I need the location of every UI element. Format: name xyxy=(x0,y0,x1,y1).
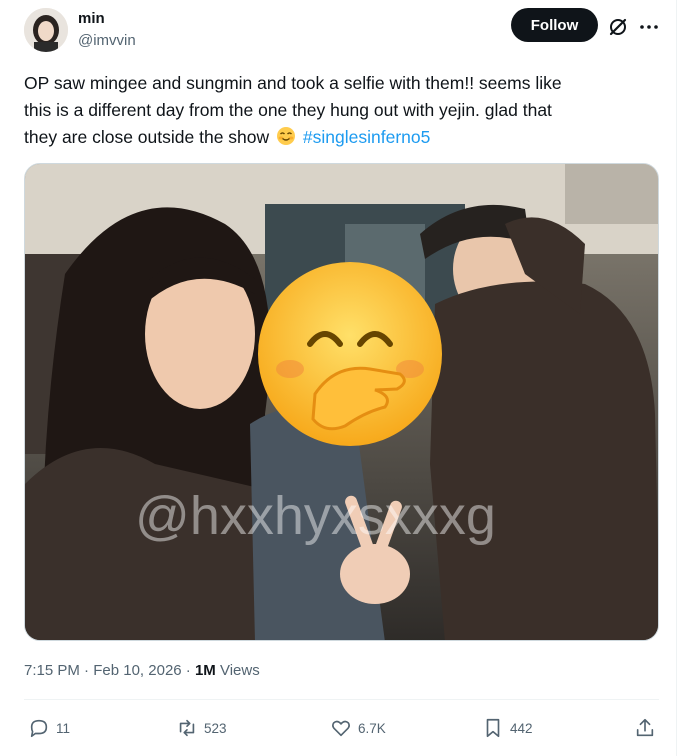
share-icon xyxy=(636,718,654,737)
tweet-text: OP saw mingee and sungmin and took a sel… xyxy=(24,70,644,154)
tweet-text-line-1: OP saw mingee and sungmin and took a sel… xyxy=(24,73,562,93)
tweet-photo[interactable]: @hxxhyxsxxxg xyxy=(24,163,659,641)
reply-button[interactable]: 11 xyxy=(28,716,70,740)
divider xyxy=(24,699,659,700)
tweet-time[interactable]: 7:15 PM xyxy=(24,662,80,679)
share-button[interactable] xyxy=(634,716,656,740)
heart-icon xyxy=(332,720,350,737)
bookmark-button[interactable]: 442 xyxy=(482,716,533,740)
grok-icon[interactable] xyxy=(606,15,630,39)
author-display-name[interactable]: min xyxy=(78,9,105,29)
tweet-text-line-2: this is a different day from the one the… xyxy=(24,100,552,120)
views-count: 1M xyxy=(194,662,216,679)
bookmark-count: 442 xyxy=(510,720,533,736)
hashtag-link[interactable]: #singlesinferno5 xyxy=(303,127,430,147)
follow-button[interactable]: Follow xyxy=(511,8,598,42)
photo-watermark: @hxxhyxsxxxg xyxy=(135,486,496,546)
tweet-meta: 7:15 PM · Feb 10, 2026 · 1M Views xyxy=(24,662,260,679)
reply-icon xyxy=(30,719,48,738)
tweet-date[interactable]: Feb 10, 2026 xyxy=(93,662,181,679)
user-avatar[interactable] xyxy=(24,8,68,52)
author-handle[interactable]: @imvvin xyxy=(78,31,136,51)
bookmark-icon xyxy=(486,718,500,738)
repost-count: 523 xyxy=(204,720,227,736)
like-count: 6.7K xyxy=(358,720,386,736)
repost-button[interactable]: 523 xyxy=(176,716,227,740)
tweet-card: min @imvvin Follow OP saw mingee and sun… xyxy=(0,0,677,756)
face-with-hand-over-mouth-emoji xyxy=(258,262,442,446)
repost-icon xyxy=(179,719,195,737)
tweet-text-line-3-text: they are close outside the show xyxy=(24,127,270,147)
photo-scene: @hxxhyxsxxxg xyxy=(25,164,658,640)
smiling-face-with-blush-emoji xyxy=(276,126,296,154)
tweet-text-line-3: they are close outside the show #singles… xyxy=(24,124,644,154)
like-button[interactable]: 6.7K xyxy=(330,716,386,740)
views-label: Views xyxy=(219,662,260,679)
more-icon[interactable] xyxy=(637,15,661,39)
reply-count: 11 xyxy=(56,720,71,736)
